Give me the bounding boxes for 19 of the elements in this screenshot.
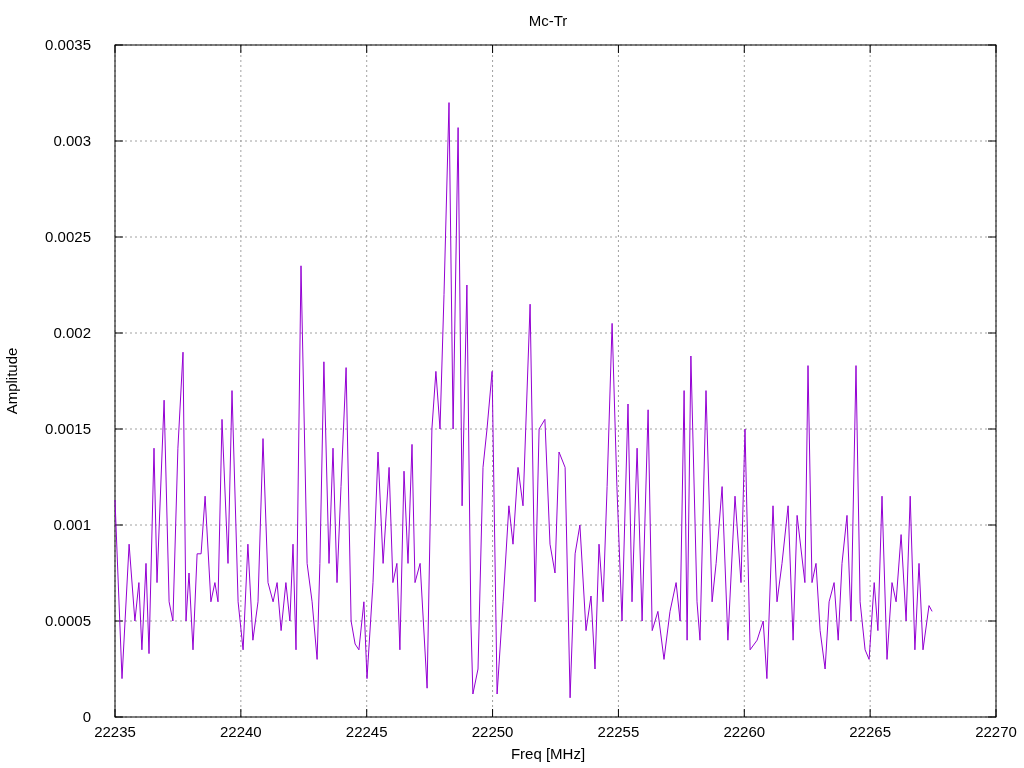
tick-label: 22255: [597, 723, 640, 740]
tick-label: 22265: [849, 723, 891, 740]
tick-label: 22250: [471, 723, 514, 740]
x-axis-label: Freq [MHz]: [510, 745, 586, 762]
tick-label: 0.0005: [45, 612, 91, 629]
tick-label: 0.003: [53, 132, 91, 149]
tick-label: 0.0035: [45, 36, 91, 53]
y-axis-label: Amplitude: [3, 347, 20, 415]
tick-label: 0.002: [53, 324, 91, 341]
tick-label: 22270: [975, 723, 1017, 740]
tick-label: 22260: [723, 723, 766, 740]
tick-label: 22245: [345, 723, 388, 740]
chart-title: Mc-Tr: [528, 12, 568, 29]
tick-label: 0.001: [53, 516, 91, 533]
tick-label: 0: [82, 708, 91, 725]
tick-label: 22240: [220, 723, 262, 740]
tick-label: 0.0025: [45, 228, 91, 245]
tick-label: 0.0015: [45, 420, 91, 437]
tick-label: 22235: [94, 723, 136, 740]
